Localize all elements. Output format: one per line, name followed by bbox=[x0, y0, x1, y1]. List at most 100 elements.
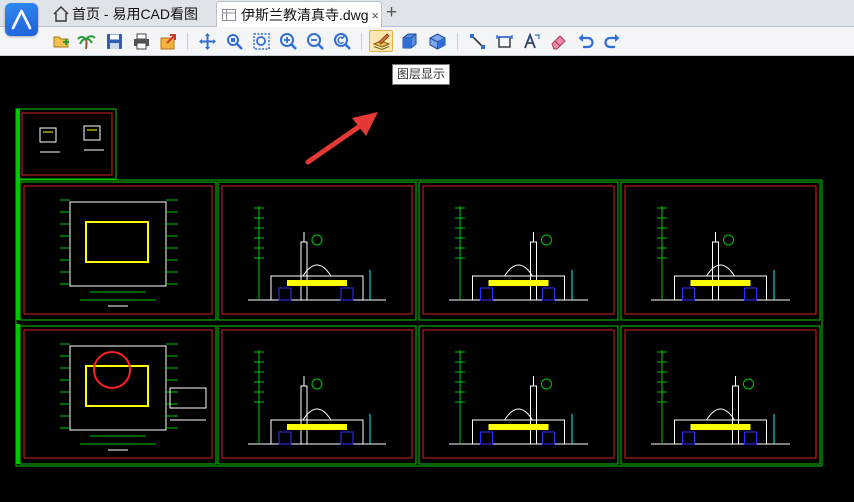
sheet-grid-marker bbox=[16, 324, 20, 464]
window bbox=[744, 287, 757, 301]
plan-outline bbox=[69, 201, 167, 287]
drawing-canvas[interactable] bbox=[0, 56, 854, 502]
document-icon bbox=[222, 9, 236, 21]
cad-drawing bbox=[15, 108, 823, 467]
tree bbox=[541, 378, 552, 390]
sheet-frame bbox=[19, 325, 217, 465]
add-tab-button[interactable]: + bbox=[386, 2, 397, 24]
plan-core bbox=[85, 365, 149, 407]
toolbar-separator bbox=[457, 33, 458, 50]
measure-area-button[interactable] bbox=[492, 30, 516, 52]
thumbnail-marker bbox=[16, 109, 20, 179]
zoom-extents-button[interactable] bbox=[249, 30, 273, 52]
window bbox=[480, 431, 493, 445]
sheet-frame bbox=[217, 181, 417, 321]
sheet-border bbox=[624, 329, 817, 459]
measure-line-button[interactable] bbox=[465, 30, 489, 52]
plan-dome bbox=[93, 351, 131, 389]
tab-file[interactable]: 伊斯兰教清真寺.dwg × bbox=[216, 1, 382, 28]
sheet-frame bbox=[620, 181, 821, 321]
redo-icon bbox=[603, 33, 619, 48]
sheet-border bbox=[624, 185, 817, 315]
window bbox=[480, 287, 493, 301]
3d-box-icon bbox=[402, 33, 416, 48]
zoom-previous-button[interactable] bbox=[330, 30, 354, 52]
elevation-dome bbox=[706, 408, 735, 421]
sheet-frame bbox=[418, 181, 619, 321]
minaret bbox=[712, 241, 719, 301]
export-icon bbox=[160, 33, 176, 49]
sheet-border bbox=[221, 329, 413, 459]
pan-icon bbox=[198, 32, 216, 50]
tab-file-label: 伊斯兰教清真寺.dwg bbox=[241, 7, 369, 23]
zoom-previous-icon bbox=[333, 32, 351, 50]
elevation-band bbox=[690, 424, 751, 430]
window bbox=[682, 431, 695, 445]
3d-view-icon bbox=[429, 32, 445, 50]
open-file-button[interactable] bbox=[49, 30, 73, 52]
sheet-frame bbox=[418, 325, 619, 465]
tree bbox=[311, 378, 323, 390]
export-button[interactable] bbox=[156, 30, 180, 52]
tree bbox=[723, 234, 734, 246]
zoom-window-button[interactable] bbox=[222, 30, 246, 52]
window bbox=[542, 287, 555, 301]
sheet-frame bbox=[217, 325, 417, 465]
window bbox=[682, 287, 695, 301]
3d-view-button[interactable] bbox=[425, 30, 449, 52]
save-button[interactable] bbox=[102, 30, 126, 52]
toolbar bbox=[0, 27, 854, 56]
text-edit-button[interactable] bbox=[519, 30, 543, 52]
elevation-dome bbox=[504, 408, 533, 421]
elevation-band bbox=[488, 280, 549, 286]
zoom-out-button[interactable] bbox=[303, 30, 327, 52]
tab-bar: 首页 - 易用CAD看图 伊斯兰教清真寺.dwg × + bbox=[0, 0, 854, 28]
eraser-button[interactable] bbox=[546, 30, 570, 52]
zoom-in-button[interactable] bbox=[276, 30, 300, 52]
window bbox=[340, 431, 354, 445]
zoom-out-icon bbox=[306, 32, 324, 50]
annotation-arrow bbox=[305, 112, 378, 165]
thumbnail-item bbox=[39, 127, 57, 143]
window bbox=[744, 431, 757, 445]
plan-core bbox=[85, 221, 149, 263]
thumbnail-sheet bbox=[15, 108, 117, 180]
elevation-dome bbox=[504, 264, 533, 277]
tab-home[interactable]: 首页 - 易用CAD看图 bbox=[48, 1, 214, 27]
window bbox=[542, 431, 555, 445]
sheet-border bbox=[422, 329, 615, 459]
toolbar-separator bbox=[361, 33, 362, 50]
print-button[interactable] bbox=[129, 30, 153, 52]
zoom-window-icon bbox=[226, 33, 243, 50]
minaret bbox=[530, 385, 537, 445]
layer-display-button[interactable] bbox=[369, 30, 393, 52]
window bbox=[278, 431, 292, 445]
palm-tree-button[interactable] bbox=[74, 30, 98, 52]
thumbnail-item bbox=[83, 125, 101, 141]
minaret bbox=[530, 241, 537, 301]
open-file-icon bbox=[53, 36, 69, 47]
sheet-frame bbox=[620, 325, 821, 465]
app-logo-icon bbox=[11, 9, 32, 30]
tree bbox=[743, 378, 754, 390]
sheet-border bbox=[23, 329, 213, 459]
zoom-in-icon bbox=[279, 32, 297, 50]
3d-box-button[interactable] bbox=[397, 30, 421, 52]
undo-button[interactable] bbox=[573, 30, 597, 52]
window bbox=[278, 287, 292, 301]
window bbox=[340, 287, 354, 301]
pan-button[interactable] bbox=[195, 30, 219, 52]
minaret bbox=[732, 385, 739, 445]
tree bbox=[541, 234, 552, 246]
tree bbox=[311, 234, 323, 246]
measure-line-icon bbox=[469, 33, 485, 49]
elevation-band bbox=[287, 424, 347, 430]
save-icon bbox=[106, 33, 122, 49]
redo-button[interactable] bbox=[600, 30, 624, 52]
print-icon bbox=[133, 33, 149, 49]
eraser-icon bbox=[550, 34, 566, 49]
tab-close-button[interactable]: × bbox=[371, 8, 379, 23]
sheet-border bbox=[23, 185, 213, 315]
sheet-border bbox=[221, 185, 413, 315]
sheet-frame bbox=[19, 181, 217, 321]
